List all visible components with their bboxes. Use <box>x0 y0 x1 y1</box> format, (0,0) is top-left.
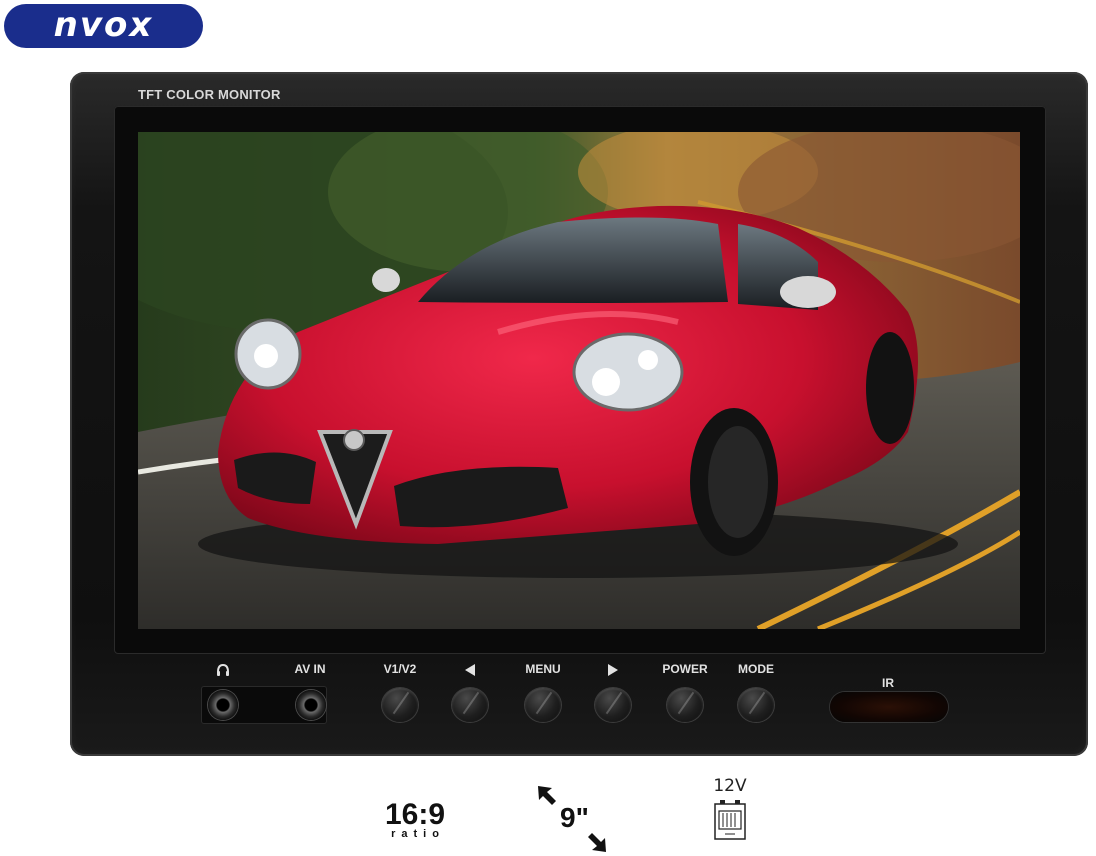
monitor-title: TFT COLOR MONITOR <box>138 87 281 102</box>
mode-button[interactable] <box>738 688 774 722</box>
control-panel: AV IN V1/V2 MENU POWER MODE IR <box>70 662 1088 742</box>
aspect-ratio-badge: 16:9 ratio <box>370 800 460 840</box>
headphone-jack[interactable] <box>208 690 238 720</box>
menu-label: MENU <box>525 662 561 676</box>
av-in-jack[interactable] <box>296 690 326 720</box>
power-label: POWER <box>662 662 708 676</box>
ratio-label: ratio <box>391 828 445 840</box>
headphone-icon <box>213 662 233 678</box>
size-value: 9" <box>560 802 589 833</box>
left-button[interactable] <box>452 688 488 722</box>
triangle-right-icon <box>603 662 623 678</box>
menu-button[interactable] <box>525 688 561 722</box>
power-button[interactable] <box>667 688 703 722</box>
v1v2-label: V1/V2 <box>383 662 417 676</box>
brand-logo: nvox <box>4 4 203 48</box>
ratio-value: 16:9 <box>384 798 446 831</box>
voltage-value: 12V <box>713 776 747 796</box>
triangle-left-icon <box>460 662 480 678</box>
screen-image <box>138 132 1020 629</box>
screen-size-badge: 9" <box>532 782 612 854</box>
mode-label: MODE <box>738 662 774 676</box>
battery-icon <box>714 800 746 840</box>
brand-logo-text: nvox <box>53 4 154 45</box>
right-button[interactable] <box>595 688 631 722</box>
ir-label: IR <box>882 676 894 690</box>
v1v2-button[interactable] <box>382 688 418 722</box>
voltage-badge: 12V <box>702 778 758 841</box>
monitor-screen <box>138 132 1020 629</box>
av-in-label: AV IN <box>294 662 326 676</box>
ir-sensor-window <box>830 692 948 722</box>
monitor-bezel: TFT COLOR MONITOR AV IN V1/V2 MENU POWER… <box>70 72 1088 756</box>
